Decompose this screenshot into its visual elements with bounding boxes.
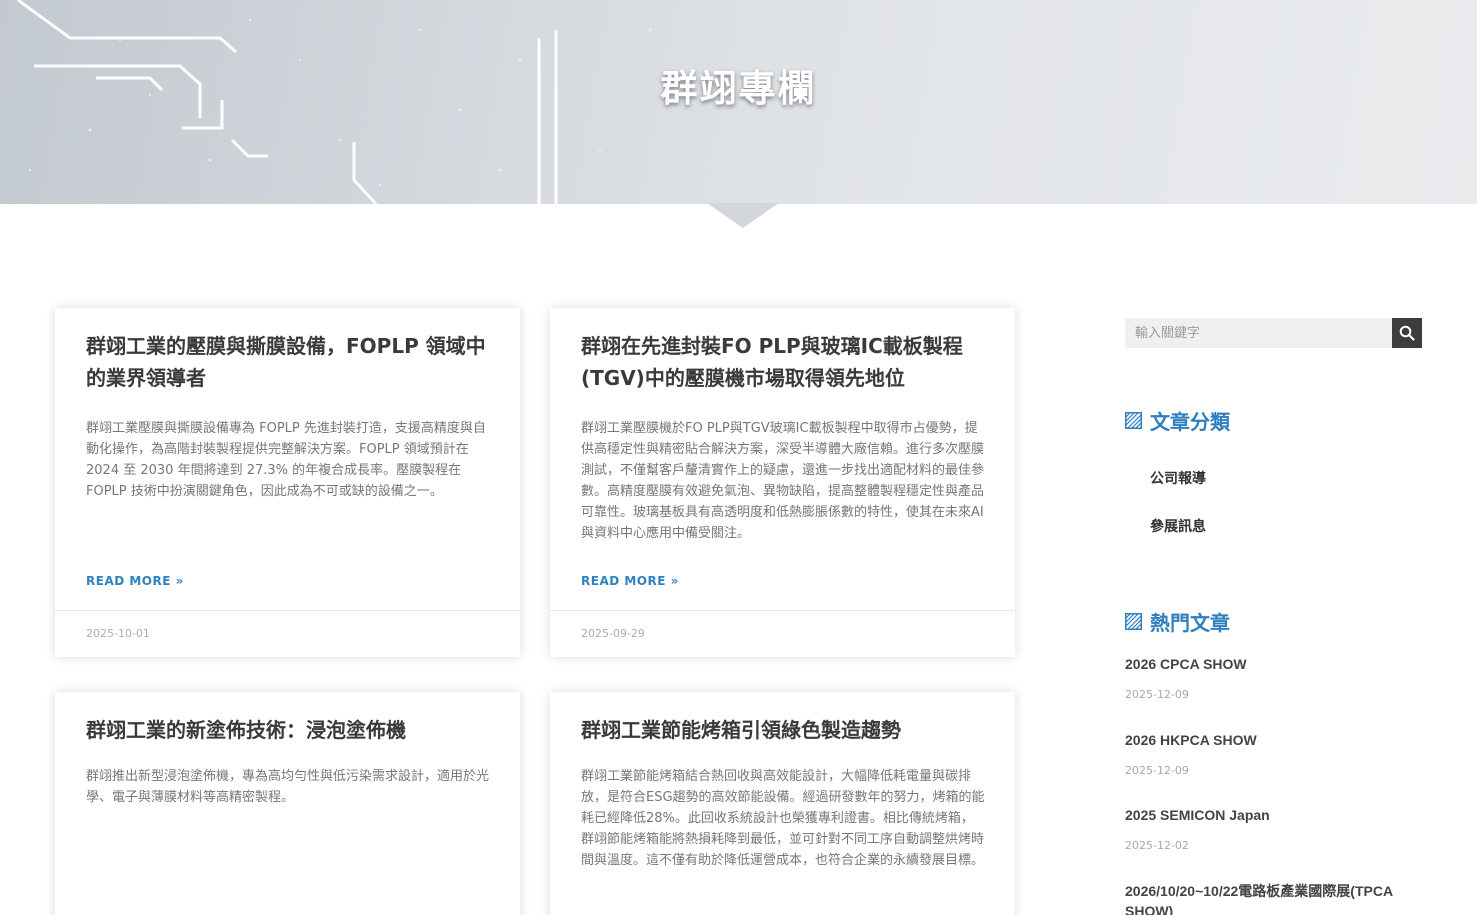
post-excerpt: 群翊工業壓膜機於FO PLP與TGV玻璃IC載板製程中取得市占優勢，提供高穩定性… — [581, 421, 985, 541]
search-form — [1125, 318, 1422, 348]
post-date: 2025-10-01 — [86, 627, 150, 640]
post-title[interactable]: 群翊工業節能烤箱引領綠色製造趨勢 — [581, 714, 985, 746]
post-date: 2025-09-29 — [581, 627, 645, 640]
search-icon — [1399, 325, 1415, 341]
hero-banner: 群翊專欄 — [0, 0, 1477, 204]
post-excerpt: 群翊工業壓膜與撕膜設備專為 FOPLP 先進封裝打造，支援高精度與自動化操作，為… — [86, 421, 486, 499]
categories-widget-title: 文章分類 — [1125, 406, 1230, 435]
popular-post-date: 2025-12-09 — [1125, 764, 1189, 777]
popular-post-link[interactable]: 2026 HKPCA SHOW — [1125, 730, 1425, 750]
popular-post-date: 2025-12-09 — [1125, 688, 1189, 701]
categories-title-text: 文章分類 — [1150, 410, 1230, 434]
popular-post-link[interactable]: 2026 CPCA SHOW — [1125, 654, 1425, 674]
post-meta: 2025-10-01 — [55, 610, 520, 657]
hero-notch — [707, 203, 779, 228]
search-button[interactable] — [1392, 318, 1422, 348]
popular-post-link[interactable]: 2025 SEMICON Japan — [1125, 805, 1425, 825]
post-excerpt: 群翊推出新型浸泡塗佈機，專為高均勻性與低污染需求設計，適用於光學、電子與薄膜材料… — [86, 769, 490, 805]
post-excerpt: 群翊工業節能烤箱結合熱回收與高效能設計，大幅降低耗電量與碳排放，是符合ESG趨勢… — [581, 769, 985, 868]
read-more-link[interactable]: READ MORE » — [581, 574, 679, 588]
search-input[interactable] — [1125, 318, 1392, 348]
post-meta: 2025-09-29 — [550, 610, 1015, 657]
post-card: 群翊工業節能烤箱引領綠色製造趨勢 群翊工業節能烤箱結合熱回收與高效能設計，大幅降… — [550, 692, 1015, 915]
post-card: 群翊工業的壓膜與撕膜設備，FOPLP 領域中的業界領導者 群翊工業壓膜與撕膜設備… — [55, 308, 520, 657]
post-title[interactable]: 群翊工業的壓膜與撕膜設備，FOPLP 領域中的業界領導者 — [86, 330, 490, 394]
post-title[interactable]: 群翊工業的新塗佈技術：浸泡塗佈機 — [86, 714, 490, 746]
hatch-icon — [1125, 412, 1142, 429]
category-link[interactable]: 公司報導 — [1150, 468, 1206, 488]
popular-title-text: 熱門文章 — [1150, 611, 1230, 635]
read-more-link[interactable]: READ MORE » — [86, 574, 184, 588]
post-card: 群翊工業的新塗佈技術：浸泡塗佈機 群翊推出新型浸泡塗佈機，專為高均勻性與低污染需… — [55, 692, 520, 915]
popular-post-date: 2025-12-02 — [1125, 839, 1189, 852]
post-title[interactable]: 群翊在先進封裝FO PLP與玻璃IC載板製程(TGV)中的壓膜機市場取得領先地位 — [581, 330, 985, 394]
post-card: 群翊在先進封裝FO PLP與玻璃IC載板製程(TGV)中的壓膜機市場取得領先地位… — [550, 308, 1015, 657]
popular-post-link[interactable]: 2026/10/20~10/22電路板產業國際展(TPCA SHOW) — [1125, 881, 1425, 915]
hatch-icon — [1125, 613, 1142, 630]
popular-widget-title: 熱門文章 — [1125, 607, 1230, 636]
category-link[interactable]: 參展訊息 — [1150, 516, 1206, 536]
page-title: 群翊專欄 — [660, 67, 817, 110]
